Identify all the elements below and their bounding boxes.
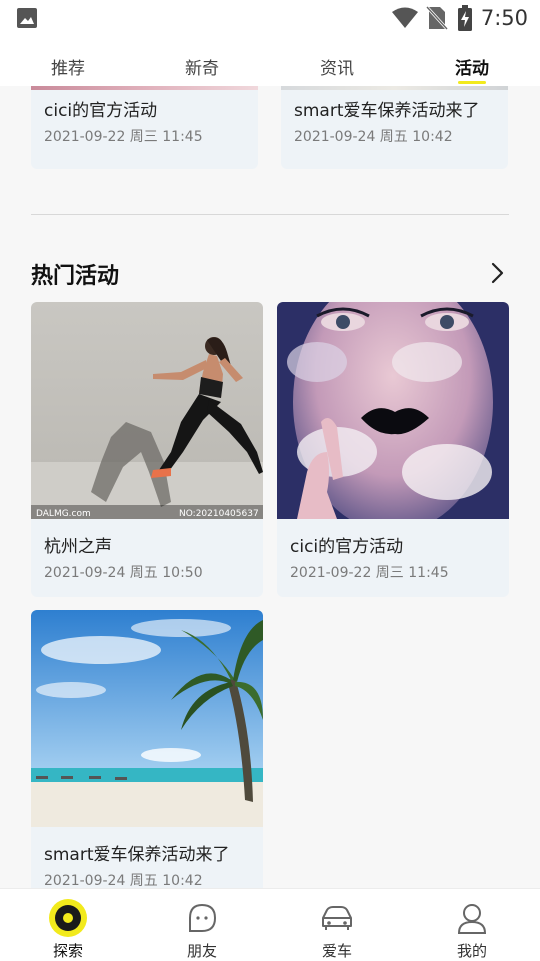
card-title: smart爱车保养活动来了 xyxy=(44,845,230,865)
card-image-edge xyxy=(31,86,258,90)
card-image-edge xyxy=(281,86,508,90)
no-sim-icon xyxy=(425,5,448,31)
status-bar: 7:50 xyxy=(0,0,540,36)
card-title: smart爱车保养活动来了 xyxy=(294,101,480,121)
event-card[interactable]: smart爱车保养活动来了 2021-09-24 周五 10:42 xyxy=(31,610,263,888)
image-icon xyxy=(17,8,37,28)
nav-label: 探索 xyxy=(52,942,83,960)
status-time: 7:50 xyxy=(480,6,528,30)
card-title: 杭州之声 xyxy=(44,537,112,557)
tab-events[interactable]: 活动 xyxy=(455,54,489,84)
bottom-nav: 探索 朋友 爱车 我的 xyxy=(0,888,540,961)
nav-item-friends[interactable]: 朋友 xyxy=(162,889,242,961)
explore-icon xyxy=(49,899,87,937)
face-clouds-photo xyxy=(277,302,509,519)
event-card[interactable]: DALMG.com NO:20210405637 杭州之声 2021-09-24… xyxy=(31,302,263,597)
card-date: 2021-09-24 周五 10:42 xyxy=(294,129,453,145)
card-date: 2021-09-24 周五 10:42 xyxy=(44,873,203,888)
tab-novelty[interactable]: 新奇 xyxy=(185,54,219,79)
tab-label: 资讯 xyxy=(320,59,354,79)
battery-charging-icon xyxy=(457,5,472,31)
nav-item-me[interactable]: 我的 xyxy=(432,889,512,961)
watermark-right: NO:20210405637 xyxy=(179,509,259,519)
card-date: 2021-09-22 周三 11:45 xyxy=(290,565,449,581)
tab-label: 推荐 xyxy=(51,59,85,79)
nav-item-explore[interactable]: 探索 xyxy=(28,889,108,961)
tab-label: 活动 xyxy=(455,59,489,79)
nav-label: 爱车 xyxy=(321,942,352,960)
section-title: 热门活动 xyxy=(31,264,120,289)
chevron-right-icon[interactable] xyxy=(486,262,508,284)
runner-photo: DALMG.com NO:20210405637 xyxy=(31,302,263,519)
card-date: 2021-09-24 周五 10:50 xyxy=(44,565,203,581)
watermark-left: DALMG.com xyxy=(36,509,91,519)
card-title: cici的官方活动 xyxy=(290,537,404,557)
nav-label: 朋友 xyxy=(186,942,217,960)
active-tab-indicator xyxy=(458,81,486,84)
wifi-icon xyxy=(391,7,418,28)
tab-label: 新奇 xyxy=(185,59,219,79)
user-icon xyxy=(457,904,487,934)
nav-label: 我的 xyxy=(456,942,487,960)
chat-bubble-icon xyxy=(189,903,217,932)
event-card[interactable]: cici的官方活动 2021-09-22 周三 11:45 xyxy=(277,302,509,597)
top-tabs: 推荐 新奇 资讯 活动 xyxy=(0,36,540,86)
card-title: cici的官方活动 xyxy=(44,101,158,121)
tab-news[interactable]: 资讯 xyxy=(320,54,354,79)
feed-content[interactable]: cici的官方活动 2021-09-22 周三 11:45 smart爱车保养活… xyxy=(0,86,540,888)
event-card[interactable]: cici的官方活动 2021-09-22 周三 11:45 xyxy=(31,86,258,169)
car-icon xyxy=(322,906,352,930)
section-divider xyxy=(31,214,509,215)
nav-item-car[interactable]: 爱车 xyxy=(297,889,377,961)
beach-palm-photo xyxy=(31,610,263,827)
tab-recommend[interactable]: 推荐 xyxy=(51,54,85,79)
event-card[interactable]: smart爱车保养活动来了 2021-09-24 周五 10:42 xyxy=(281,86,508,169)
card-date: 2021-09-22 周三 11:45 xyxy=(44,129,203,145)
